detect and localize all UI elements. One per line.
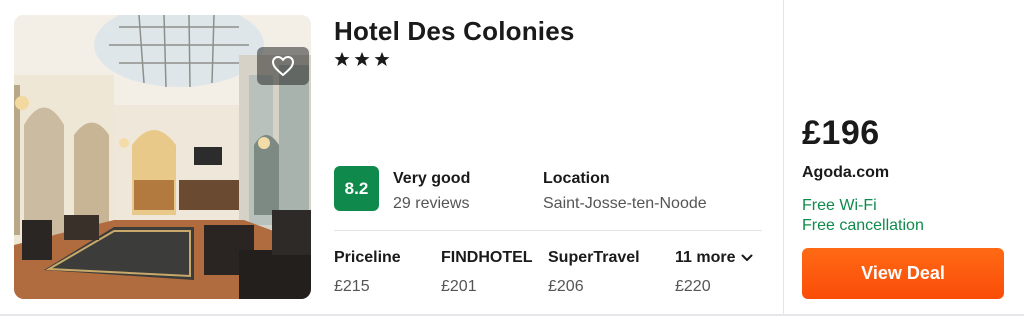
- provider-supertravel[interactable]: SuperTravel £206: [548, 249, 640, 296]
- view-deal-button[interactable]: View Deal: [802, 248, 1004, 299]
- chevron-down-icon: [741, 254, 753, 261]
- more-providers-button[interactable]: 11 more £220: [675, 249, 753, 296]
- provider-price: £215: [334, 278, 370, 295]
- hotel-result-card: Hotel Des Colonies 8.2 Very good 29 revi…: [0, 0, 1024, 316]
- star-icon: [334, 52, 350, 66]
- provider-priceline[interactable]: Priceline £215: [334, 249, 401, 296]
- rating-label: Very good: [393, 170, 471, 187]
- provider-price: £206: [548, 278, 584, 295]
- provider-price: £220: [675, 278, 711, 295]
- provider-name: FINDHOTEL: [441, 249, 533, 266]
- provider-name: Priceline: [334, 249, 401, 266]
- star-rating: [334, 51, 390, 67]
- location-value[interactable]: Saint-Josse-ten-Noode: [543, 195, 707, 213]
- star-icon: [354, 52, 370, 66]
- review-count[interactable]: 29 reviews: [393, 195, 469, 213]
- favorite-button[interactable]: [257, 47, 309, 85]
- deal-site: Agoda.com: [802, 164, 890, 181]
- hotel-name[interactable]: Hotel Des Colonies: [334, 16, 575, 47]
- provider-price: £201: [441, 278, 477, 295]
- hotel-photo[interactable]: [14, 15, 311, 299]
- provider-findhotel[interactable]: FINDHOTEL £201: [441, 249, 533, 296]
- heart-outline-icon: [272, 56, 294, 76]
- feature-free-wifi: Free Wi-Fi: [802, 197, 877, 214]
- column-divider: [783, 0, 784, 314]
- location-label: Location: [543, 170, 610, 187]
- feature-free-cancellation: Free cancellation: [802, 217, 924, 234]
- provider-name: SuperTravel: [548, 249, 640, 266]
- star-icon: [374, 52, 390, 66]
- divider: [334, 230, 762, 231]
- rating-score-badge: 8.2: [334, 166, 379, 211]
- deal-price: £196: [802, 114, 880, 152]
- more-providers-label: 11 more: [675, 249, 736, 266]
